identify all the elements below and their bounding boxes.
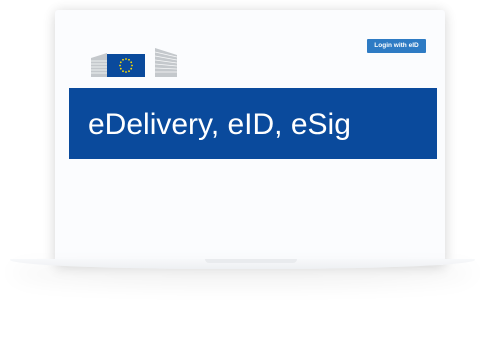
page-title: eDelivery, eID, eSig [88,108,351,141]
login-with-eid-button[interactable]: Login with eID [367,39,426,53]
page-banner: eDelivery, eID, eSig [69,88,437,159]
eu-flag-icon [107,54,145,77]
laptop-notch [205,259,297,263]
european-commission-logo [91,48,177,77]
